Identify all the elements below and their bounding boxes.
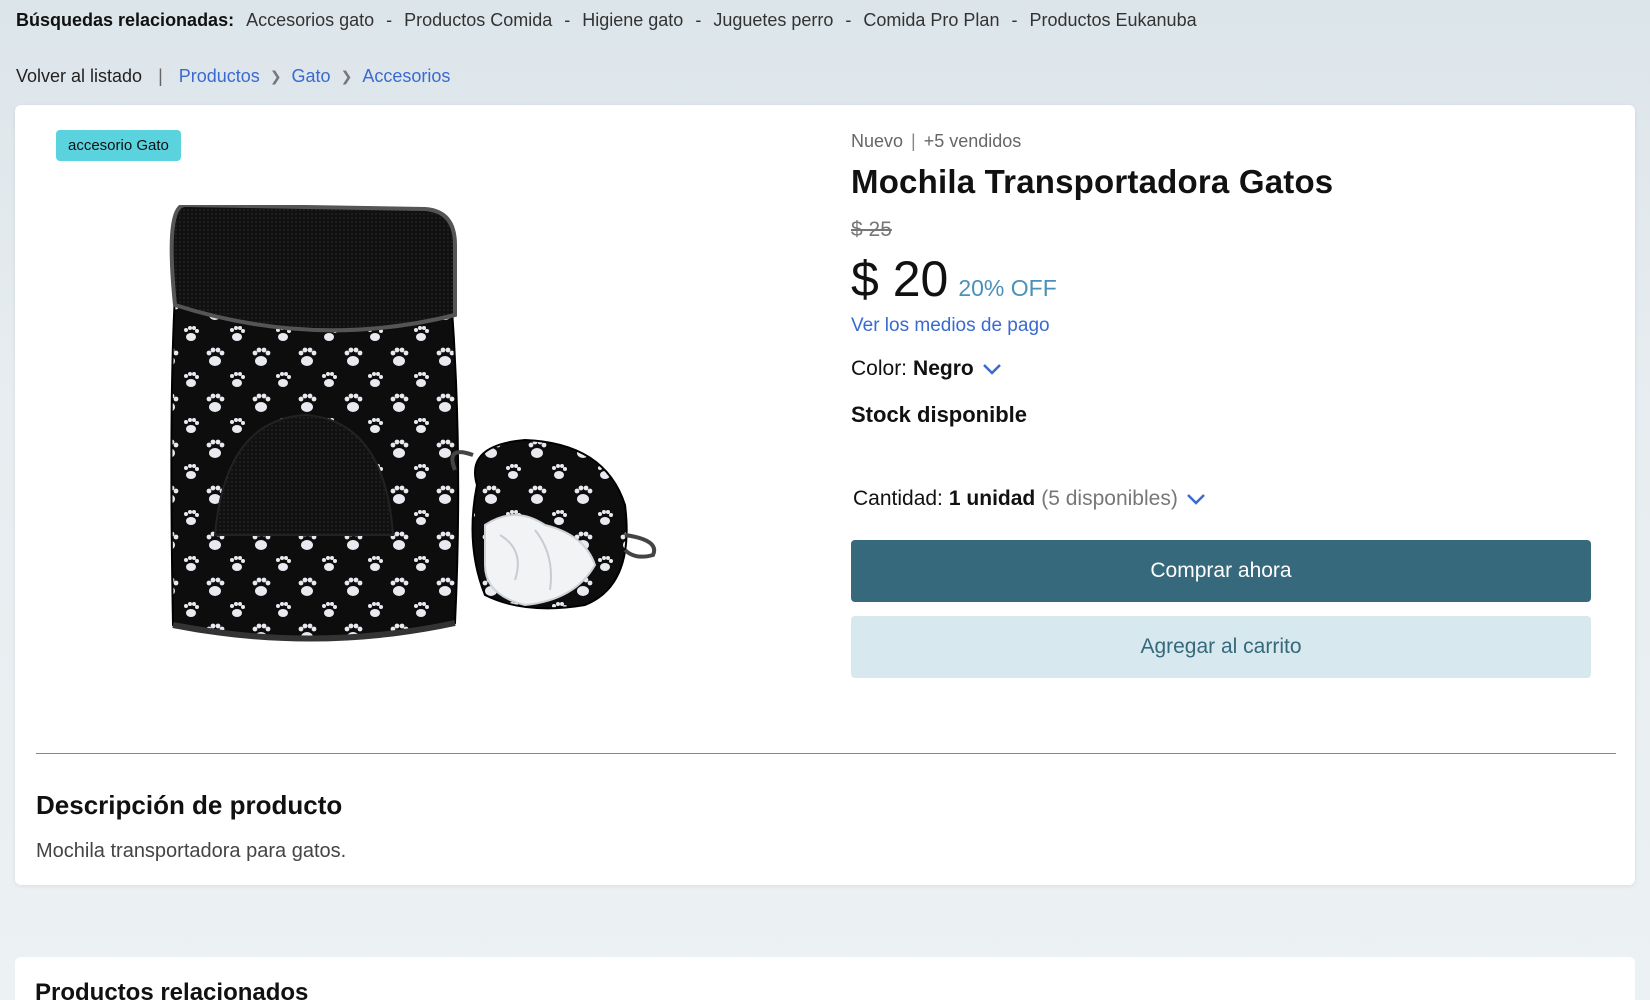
description-title: Descripción de producto — [36, 790, 343, 820]
payment-methods-link[interactable]: Ver los medios de pago — [851, 315, 1050, 337]
quantity-selector[interactable]: Cantidad: 1 unidad (5 disponibles) — [853, 487, 1206, 511]
color-value: Negro — [913, 357, 974, 380]
color-selector[interactable]: Color: Negro — [851, 357, 1002, 381]
quantity-available: (5 disponibles) — [1041, 487, 1178, 510]
related-search-link[interactable]: Juguetes perro — [713, 10, 833, 31]
related-search-link[interactable]: Comida Pro Plan — [863, 10, 999, 31]
cat-backpack-illustration — [169, 202, 657, 642]
current-price: $ 20 — [851, 251, 949, 307]
breadcrumb: Volver al listado | Productos ❯ Gato ❯ A… — [16, 66, 450, 87]
description-text: Mochila transportadora para gatos. — [36, 840, 347, 862]
breadcrumb-productos[interactable]: Productos — [179, 66, 260, 87]
separator: - — [386, 10, 393, 30]
separator: - — [695, 10, 702, 30]
separator: - — [845, 10, 852, 30]
sold-count: +5 vendidos — [923, 131, 1022, 151]
breadcrumb-divider: | — [158, 66, 163, 86]
quantity-label: Cantidad: — [853, 487, 943, 510]
discount-label: 20% OFF — [958, 275, 1057, 301]
meta-separator: | — [911, 131, 916, 151]
chevron-right-icon: ❯ — [269, 68, 282, 84]
section-divider — [36, 753, 1616, 754]
separator: - — [564, 10, 571, 30]
price-row: $ 20 20% OFF — [851, 250, 1057, 308]
product-card: accesorio Gato Nuevo | +5 vendidos Mochi… — [15, 105, 1635, 885]
chevron-right-icon: ❯ — [340, 68, 353, 84]
chevron-down-icon — [982, 364, 1001, 375]
product-image[interactable] — [155, 202, 735, 685]
related-products-title: Productos relacionados — [35, 979, 309, 1000]
back-to-list-link[interactable]: Volver al listado — [16, 66, 142, 87]
breadcrumb-gato[interactable]: Gato — [292, 66, 331, 87]
separator: - — [1011, 10, 1018, 30]
related-search-link[interactable]: Productos Eukanuba — [1029, 10, 1196, 31]
color-label: Color: — [851, 357, 908, 380]
related-searches-title: Búsquedas relacionadas: — [16, 10, 235, 30]
category-tag-badge: accesorio Gato — [56, 130, 181, 161]
related-search-link[interactable]: Productos Comida — [404, 10, 552, 31]
related-products-card: Productos relacionados — [15, 957, 1635, 1000]
original-price: $ 25 — [851, 218, 892, 241]
stock-status: Stock disponible — [851, 402, 1028, 427]
condition-label: Nuevo — [851, 131, 904, 151]
quantity-value: 1 unidad — [948, 487, 1036, 510]
related-search-link[interactable]: Higiene gato — [582, 10, 683, 31]
chevron-down-icon — [1186, 494, 1205, 505]
related-search-link[interactable]: Accesorios gato — [246, 10, 374, 31]
product-meta: Nuevo | +5 vendidos — [851, 131, 1021, 152]
product-title: Mochila Transportadora Gatos — [851, 163, 1334, 200]
related-searches: Búsquedas relacionadas: Accesorios gato … — [16, 10, 1197, 31]
add-to-cart-button[interactable]: Agregar al carrito — [851, 616, 1591, 678]
breadcrumb-accesorios[interactable]: Accesorios — [362, 66, 450, 87]
buy-now-button[interactable]: Comprar ahora — [851, 540, 1591, 602]
